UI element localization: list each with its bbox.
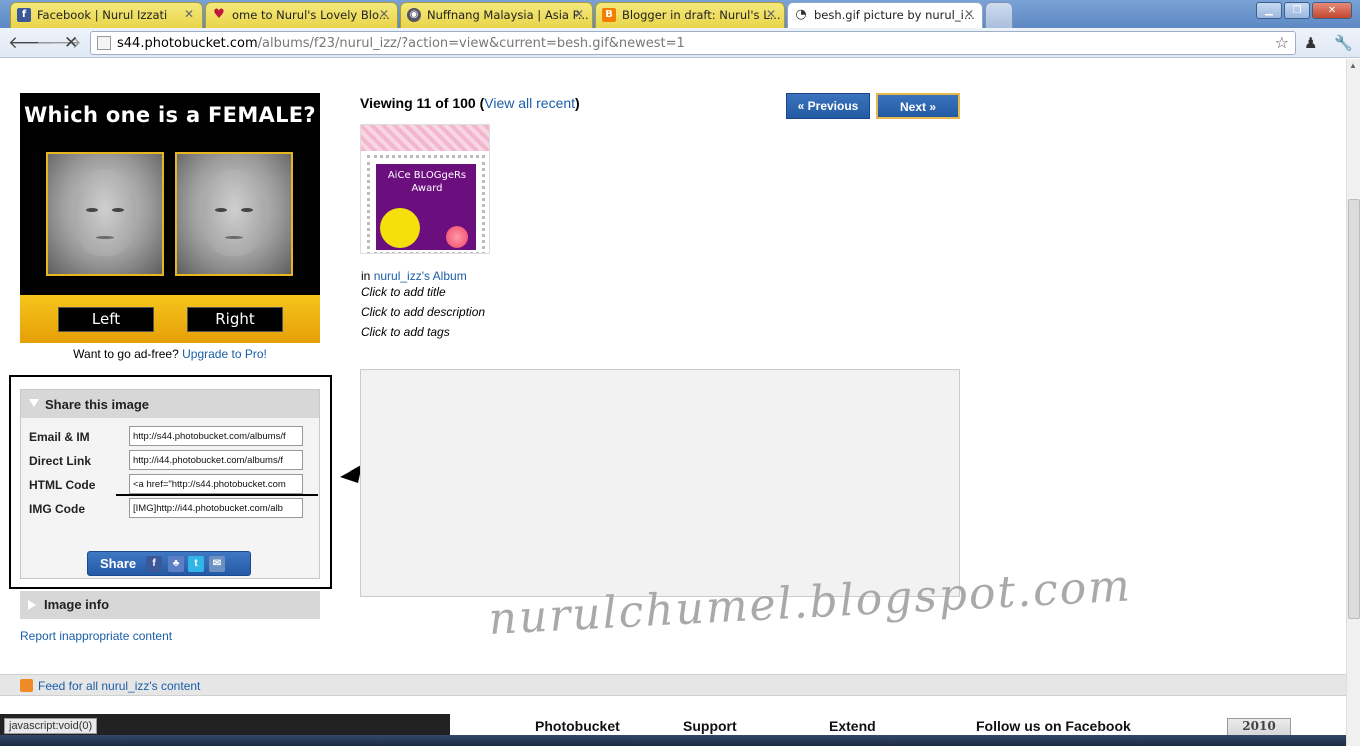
close-tab-icon[interactable]: ✕ [766, 7, 776, 21]
heart-icon: ♥ [213, 7, 225, 22]
share-row-label: HTML Code [29, 478, 96, 492]
footer-link-support[interactable]: Support [683, 718, 737, 734]
maximize-icon[interactable]: ❐ [1284, 2, 1310, 19]
ad-right-button[interactable]: Right [187, 307, 283, 332]
bookmark-star-icon[interactable]: ☆ [1275, 33, 1289, 52]
email-icon: ✉ [209, 556, 225, 572]
share-button[interactable]: Share f ♣ t ✉ [87, 551, 251, 576]
taskbar [0, 735, 1346, 746]
add-description[interactable]: Click to add description [361, 305, 485, 319]
feed-link[interactable]: Feed for all nurul_izz's content [38, 679, 200, 693]
scroll-thumb[interactable] [1348, 199, 1360, 619]
twitter-icon: t [188, 556, 204, 572]
ad-title: Which one is a FEMALE? [24, 103, 316, 127]
new-tab-button[interactable] [985, 2, 1013, 28]
tab-title: ome to Nurul's Lovely Blo... [232, 8, 390, 22]
album-line: in nurul_izz's Album [361, 269, 467, 283]
image-thumbnail[interactable]: AiCe BLOGgeRs Award [360, 124, 490, 254]
in-text: in [361, 269, 371, 283]
blogger-icon: B [602, 8, 616, 22]
close-tab-icon[interactable]: ✕ [184, 7, 194, 21]
url-host: s44.photobucket.com [117, 36, 258, 51]
page-icon [97, 36, 111, 50]
vertical-scrollbar[interactable]: ▲ [1346, 59, 1360, 746]
browser-tab-active[interactable]: ◔ besh.gif picture by nurul_i... ✕ [787, 2, 983, 28]
browser-tab[interactable]: B Blogger in draft: Nurul's L... ✕ [595, 2, 785, 28]
face-photo-left [46, 152, 164, 276]
share-heading: Share this image [45, 397, 150, 412]
advertisement[interactable]: Which one is a FEMALE? Left Right [20, 93, 320, 343]
add-title[interactable]: Click to add title [361, 285, 446, 299]
viewing-count: Viewing 11 of 100 (View all recent) [360, 95, 580, 111]
rss-icon [20, 679, 33, 692]
browser-tab[interactable]: ◉ Nuffnang Malaysia | Asia P... ✕ [400, 2, 593, 28]
footer-link-extend[interactable]: Extend [829, 718, 876, 734]
nuffnang-icon: ◉ [407, 8, 421, 22]
address-bar[interactable]: s44.photobucket.com/albums/f23/nurul_izz… [90, 31, 1296, 55]
feed-bar: Feed for all nurul_izz's content [0, 674, 1346, 696]
share-row: IMG Code [IMG]http://i44.photobucket.com… [29, 498, 309, 518]
minimize-icon[interactable]: ▁ [1256, 2, 1282, 19]
close-tab-icon[interactable]: ✕ [379, 7, 389, 21]
adfree-text: Want to go ad-free? [73, 347, 179, 361]
stop-icon[interactable]: ✕ [64, 33, 78, 53]
stamp-frame: AiCe BLOGgeRs Award [367, 155, 485, 253]
smiley-icon [380, 208, 420, 248]
browser-tab[interactable]: ♥ ome to Nurul's Lovely Blo... ✕ [205, 2, 398, 28]
image-info-header[interactable]: Image info [20, 591, 320, 619]
view-all-recent-link[interactable]: View all recent [484, 95, 575, 111]
thumb-banner [361, 125, 489, 151]
close-window-icon[interactable]: ✕ [1312, 2, 1352, 19]
window-controls: ▁ ❐ ✕ [1254, 2, 1352, 19]
wrench-icon[interactable]: 🔧 [1334, 34, 1353, 52]
facebook-icon: f [146, 556, 162, 572]
footer-link-photobucket[interactable]: Photobucket [535, 718, 620, 734]
add-tags[interactable]: Click to add tags [361, 325, 450, 339]
close-tab-icon[interactable]: ✕ [964, 7, 974, 21]
browser-toolbar: 🡐 🡒 ✕ s44.photobucket.com/albums/f23/nur… [0, 28, 1360, 58]
content-placeholder-box [360, 369, 960, 597]
browser-tab[interactable]: f Facebook | Nurul Izzati ✕ [10, 2, 203, 28]
share-row-label: Direct Link [29, 454, 92, 468]
tab-title: Nuffnang Malaysia | Asia P... [427, 8, 589, 22]
facebook-icon: f [17, 8, 31, 22]
share-row-label: Email & IM [29, 430, 90, 444]
adfree-line: Want to go ad-free? Upgrade to Pro! [20, 347, 320, 361]
footer-link-facebook[interactable]: Follow us on Facebook [976, 718, 1131, 734]
scroll-up-icon[interactable]: ▲ [1349, 61, 1357, 70]
share-row-label: IMG Code [29, 502, 85, 516]
collapse-triangle-icon [29, 399, 39, 407]
expand-triangle-icon [28, 600, 36, 610]
viewing-prefix: Viewing 11 of 100 ( [360, 95, 485, 111]
face-photo-right [175, 152, 293, 276]
ad-left-button[interactable]: Left [58, 307, 154, 332]
url-path: /albums/f23/nurul_izz/?action=view&curre… [257, 36, 685, 51]
share-button-label: Share [100, 556, 137, 571]
album-link[interactable]: nurul_izz's Album [374, 269, 467, 283]
browser-tab-bar: f Facebook | Nurul Izzati ✕ ♥ ome to Nur… [0, 0, 1360, 28]
tab-title: Facebook | Nurul Izzati [37, 8, 168, 22]
page-content: Which one is a FEMALE? Left Right Want t… [0, 59, 1346, 746]
extension-icon[interactable]: ♟ [1304, 34, 1317, 52]
tab-title: Blogger in draft: Nurul's L... [622, 8, 781, 22]
flower-icon [446, 226, 468, 248]
tab-title: besh.gif picture by nurul_i... [814, 8, 975, 22]
img-code-field[interactable]: [IMG]http://i44.photobucket.com/alb [129, 498, 303, 518]
share-header[interactable]: Share this image [21, 390, 319, 418]
loading-icon: ◔ [795, 7, 807, 22]
award-text: AiCe BLOGgeRs Award [387, 170, 467, 194]
previous-button[interactable]: « Previous [786, 93, 870, 119]
myspace-icon: ♣ [168, 556, 184, 572]
close-tab-icon[interactable]: ✕ [574, 7, 584, 21]
image-info-heading: Image info [44, 597, 110, 612]
next-button[interactable]: Next » [876, 93, 960, 119]
viewing-suffix: ) [575, 95, 580, 111]
upgrade-link[interactable]: Upgrade to Pro! [182, 347, 267, 361]
status-text: javascript:void(0) [4, 718, 98, 734]
report-link[interactable]: Report inappropriate content [20, 629, 172, 643]
